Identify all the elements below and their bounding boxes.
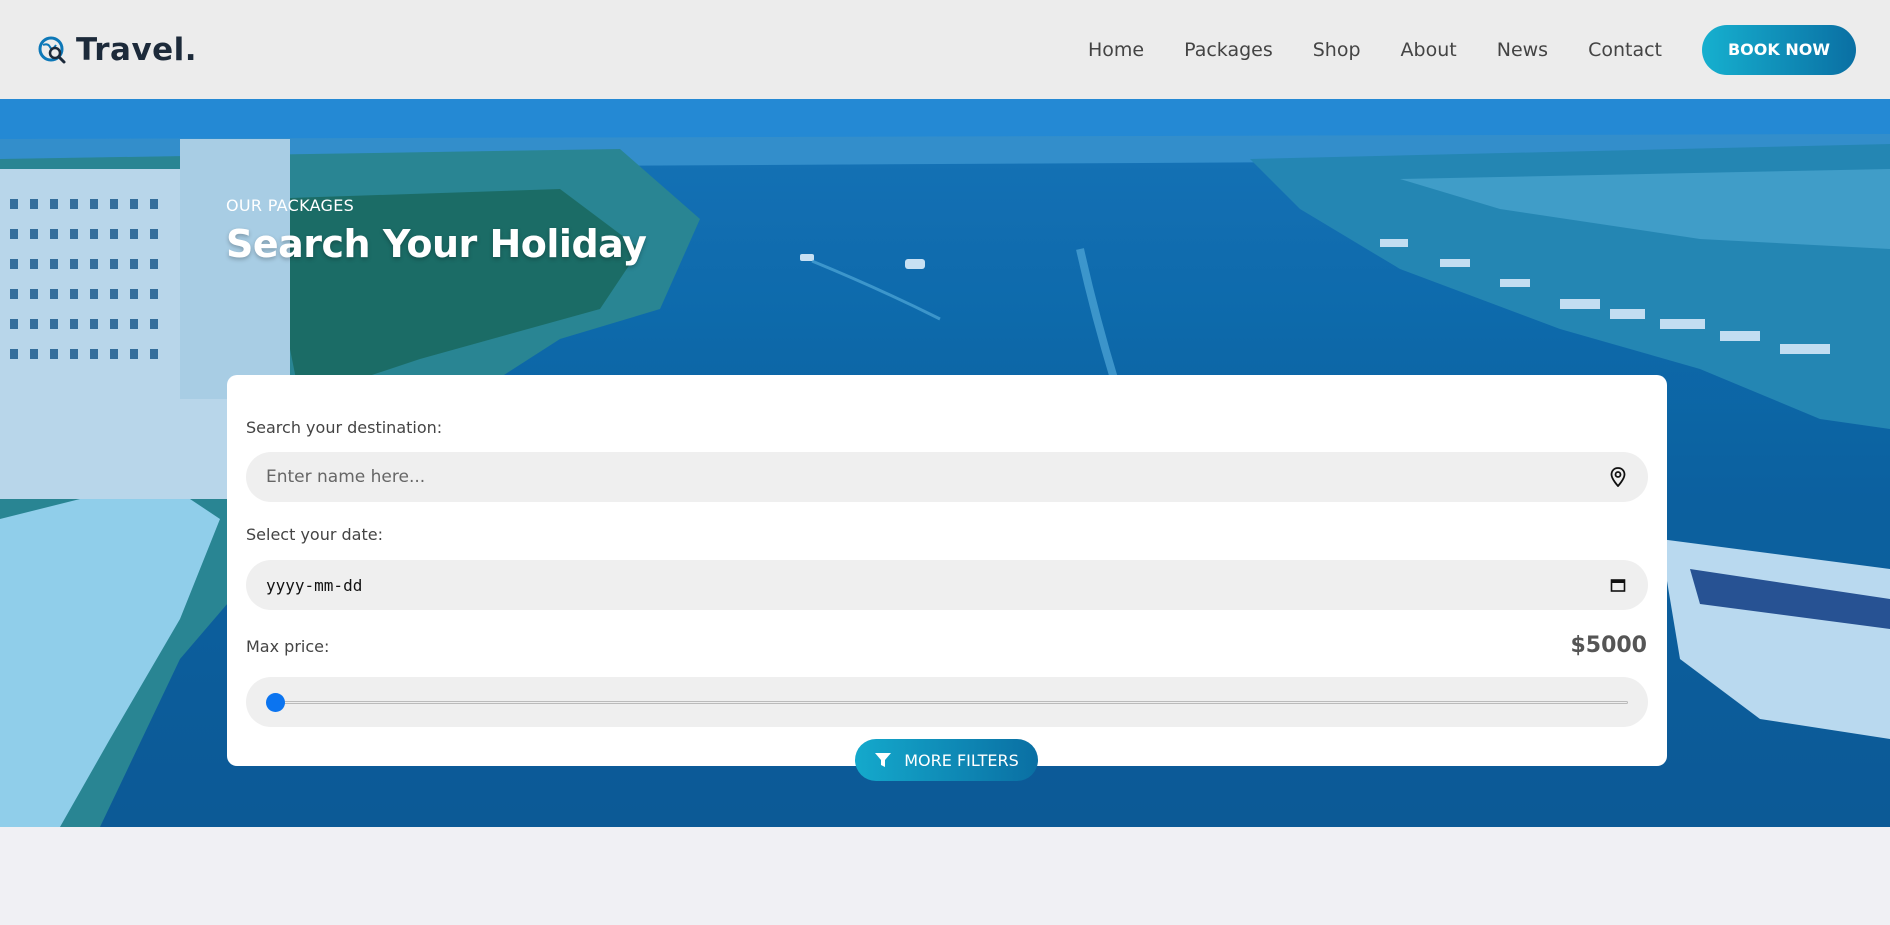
more-filters-button[interactable]: MORE FILTERS xyxy=(855,739,1038,781)
slider-thumb[interactable] xyxy=(266,693,285,712)
nav-about[interactable]: About xyxy=(1401,39,1457,61)
nav-shop[interactable]: Shop xyxy=(1313,39,1361,61)
more-filters-label: MORE FILTERS xyxy=(904,750,1019,770)
hero-title: Search Your Holiday xyxy=(226,222,647,266)
funnel-icon xyxy=(874,751,892,769)
date-input[interactable]: yyyy-mm-dd xyxy=(266,576,1608,595)
hero-eyebrow: OUR PACKAGES xyxy=(226,196,355,215)
date-label: Select your date: xyxy=(246,525,383,544)
destination-field[interactable] xyxy=(246,452,1648,502)
location-pin-icon[interactable] xyxy=(1608,467,1628,488)
destination-label: Search your destination: xyxy=(246,418,443,437)
logo[interactable]: Travel. xyxy=(38,32,197,68)
nav-home[interactable]: Home xyxy=(1088,39,1144,61)
destination-input[interactable] xyxy=(266,467,1608,487)
price-label: Max price: xyxy=(246,637,330,656)
globe-search-icon xyxy=(38,35,68,65)
nav-news[interactable]: News xyxy=(1497,39,1548,61)
price-value: $5000 xyxy=(1570,633,1647,658)
main-nav: Home Packages Shop About News Contact BO… xyxy=(1048,24,1856,75)
site-header: Travel. Home Packages Shop About News Co… xyxy=(0,0,1890,99)
logo-text: Travel. xyxy=(76,31,198,68)
price-slider[interactable] xyxy=(246,677,1648,727)
slider-track[interactable] xyxy=(266,701,1628,704)
nav-contact[interactable]: Contact xyxy=(1588,39,1662,61)
nav-packages[interactable]: Packages xyxy=(1184,39,1273,61)
date-field[interactable]: yyyy-mm-dd xyxy=(246,560,1648,610)
calendar-icon[interactable] xyxy=(1608,575,1628,595)
search-card: Search your destination: Select your dat… xyxy=(227,375,1667,766)
book-now-button[interactable]: BOOK NOW xyxy=(1702,24,1856,75)
